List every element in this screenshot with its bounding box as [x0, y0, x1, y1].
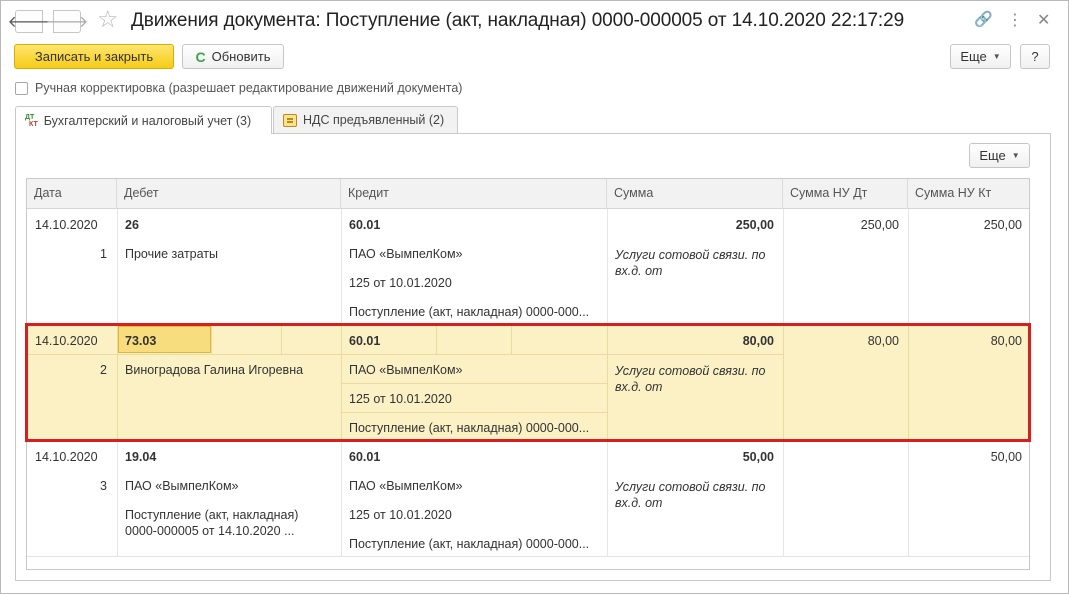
document-movements-window: 🡐 🡒 ☆ Движения документа: Поступление (а…	[0, 0, 1069, 594]
nds-icon	[283, 113, 297, 127]
debit-account: 26	[125, 218, 139, 232]
row-date: 14.10.2020	[35, 450, 98, 464]
debit-account: 19.04	[125, 450, 157, 464]
row-number: 2	[100, 363, 107, 377]
back-arrow-icon[interactable]: 🡐	[8, 10, 50, 33]
credit-subconto: ПАО «ВымпелКом»	[349, 363, 463, 377]
debit-subconto: 0000-000005 от 14.10.2020 ...	[125, 524, 295, 538]
table-header: Дата Дебет Кредит Сумма Сумма НУ Дт Сумм…	[27, 179, 1029, 209]
tab-accounting-label: Бухгалтерский и налоговый учет (3)	[43, 113, 252, 128]
movements-table: Дата Дебет Кредит Сумма Сумма НУ Дт Сумм…	[26, 178, 1030, 570]
save-and-close-button[interactable]: Записать и закрыть	[14, 44, 174, 69]
more-menu-icon[interactable]: ⋮	[1007, 10, 1023, 30]
column-header-sum-nu-kt[interactable]: Сумма НУ Кт	[908, 179, 1029, 209]
more-button[interactable]: Еще ▼	[950, 44, 1011, 69]
credit-subconto: ПАО «ВымпелКом»	[349, 247, 463, 261]
row-sum-nu-kt: 80,00	[990, 334, 1022, 348]
tab-accounting[interactable]: ДТ КТ Бухгалтерский и налоговый учет (3)	[15, 106, 272, 134]
row-sum-nu-dt: 80,00	[867, 334, 899, 348]
table-more-label: Еще	[979, 148, 1006, 163]
debit-account: 73.03	[125, 334, 157, 348]
help-button[interactable]: ?	[1020, 44, 1050, 69]
credit-account: 60.01	[349, 450, 381, 464]
credit-subconto: 125 от 10.01.2020	[349, 276, 452, 290]
manual-edit-row: Ручная корректировка (разрешает редактир…	[15, 81, 462, 95]
tab-vat-label: НДС предъявленный (2)	[303, 113, 445, 127]
save-and-close-label: Записать и закрыть	[34, 49, 154, 64]
row-date: 14.10.2020	[35, 218, 98, 232]
row-number: 3	[100, 479, 107, 493]
credit-account: 60.01	[349, 218, 381, 232]
chevron-down-icon: ▼	[992, 52, 1001, 61]
tab-vat[interactable]: НДС предъявленный (2)	[273, 106, 458, 133]
row-number: 1	[100, 247, 107, 261]
debit-subconto: ПАО «ВымпелКом»	[125, 479, 239, 493]
credit-subconto: 125 от 10.01.2020	[349, 508, 452, 522]
credit-subconto: Поступление (акт, накладная) 0000-000...	[349, 537, 590, 551]
debit-subconto: Виноградова Галина Игоревна	[125, 363, 304, 377]
row-sum-nu-dt: 250,00	[860, 218, 899, 232]
row-sum: 250,00	[735, 218, 774, 232]
link-icon[interactable]: 🔗	[974, 10, 993, 28]
debit-subconto: Поступление (акт, накладная)	[125, 508, 299, 522]
manual-edit-label[interactable]: Ручная корректировка (разрешает редактир…	[35, 81, 462, 95]
manual-edit-checkbox[interactable]	[15, 81, 28, 95]
row-sum-nu-kt: 50,00	[990, 450, 1022, 464]
debit-subconto: Прочие затраты	[125, 247, 219, 261]
row-sum-nu-kt: 250,00	[983, 218, 1022, 232]
forward-arrow-icon[interactable]: 🡒	[46, 10, 88, 33]
credit-account: 60.01	[349, 334, 381, 348]
row-content: Услуги сотовой связи. по вх.д. от	[615, 248, 766, 278]
column-header-sum[interactable]: Сумма	[607, 179, 783, 209]
dt-kt-icon: ДТ КТ	[25, 113, 38, 128]
credit-subconto: Поступление (акт, накладная) 0000-000...	[349, 305, 590, 319]
chevron-down-icon: ▼	[1011, 151, 1020, 160]
table-more-button[interactable]: Еще ▼	[969, 143, 1030, 168]
row-date: 14.10.2020	[35, 334, 98, 348]
row-content: Услуги сотовой связи. по вх.д. от	[615, 364, 766, 394]
refresh-button[interactable]: C Обновить	[182, 44, 284, 69]
row-content: Услуги сотовой связи. по вх.д. от	[615, 480, 766, 510]
window-title: Движения документа: Поступление (акт, на…	[131, 10, 905, 31]
credit-subconto: 125 от 10.01.2020	[349, 392, 452, 406]
credit-subconto: ПАО «ВымпелКом»	[349, 479, 463, 493]
row-sum: 50,00	[742, 450, 774, 464]
close-icon[interactable]: ✕	[1037, 10, 1050, 30]
title-bar: 🡐 🡒 ☆ Движения документа: Поступление (а…	[1, 1, 1068, 41]
column-header-sum-nu-dt[interactable]: Сумма НУ Дт	[783, 179, 908, 209]
refresh-label: Обновить	[211, 49, 271, 64]
table-row[interactable]: 14.10.2020 3 19.04 ПАО «ВымпелКом» Посту…	[27, 441, 1029, 557]
refresh-icon: C	[195, 48, 206, 65]
more-label: Еще	[960, 49, 987, 64]
table-row[interactable]: 14.10.2020 1 26 Прочие затраты 60.01 ПАО…	[27, 209, 1029, 325]
row-sum: 80,00	[742, 334, 774, 348]
credit-subconto: Поступление (акт, накладная) 0000-000...	[349, 421, 590, 435]
help-label: ?	[1031, 49, 1039, 64]
column-header-date[interactable]: Дата	[27, 179, 117, 209]
favorite-star-icon[interactable]: ☆	[97, 6, 119, 34]
column-header-credit[interactable]: Кредит	[341, 179, 607, 209]
table-row-selected[interactable]: 14.10.2020 2 73.03 Виноградова Галина Иг…	[27, 325, 1029, 441]
column-header-debit[interactable]: Дебет	[117, 179, 341, 209]
